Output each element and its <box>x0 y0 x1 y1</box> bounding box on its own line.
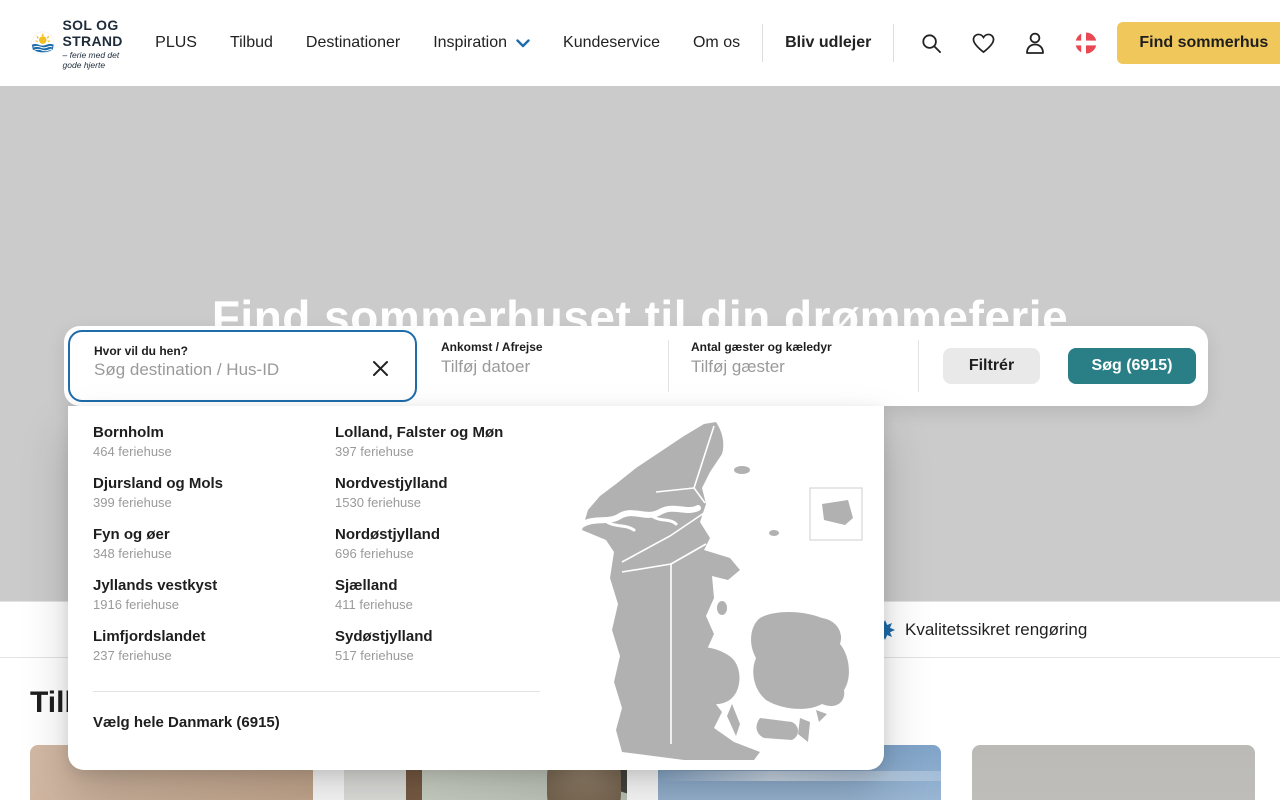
offer-card[interactable] <box>972 745 1255 800</box>
usp-item-label: Kvalitetssikret rengøring <box>905 620 1087 640</box>
region-item-nordvestjylland[interactable]: Nordvestjylland 1530 feriehuse <box>335 475 448 510</box>
account-icon[interactable] <box>1025 32 1045 54</box>
destination-dropdown: Bornholm 464 feriehuse Djursland og Mols… <box>68 406 884 770</box>
region-item-lolland-falster-moen[interactable]: Lolland, Falster og Møn 397 feriehuse <box>335 424 503 459</box>
destination-field[interactable]: Hvor vil du hen? <box>68 330 417 402</box>
dates-field[interactable]: Ankomst / Afrejse Tilføj datoer <box>441 340 721 392</box>
search-button[interactable]: Søg (6915) <box>1068 348 1196 384</box>
nav-item-bliv-udlejer[interactable]: Bliv udlejer <box>785 34 871 52</box>
dates-field-label: Ankomst / Afrejse <box>441 340 721 354</box>
chevron-down-icon <box>516 39 530 48</box>
danish-flag-icon[interactable] <box>1075 32 1097 54</box>
find-sommerhus-button[interactable]: Find sommerhus <box>1117 22 1280 64</box>
usp-item-cleaning: Kvalitetssikret rengøring <box>875 602 1087 657</box>
region-item-limfjordslandet[interactable]: Limfjordslandet 237 feriehuse <box>93 628 206 663</box>
dates-field-placeholder: Tilføj datoer <box>441 357 721 377</box>
destination-input[interactable] <box>94 360 344 380</box>
brand-tagline: – ferie med det gode hjerte <box>63 50 138 70</box>
brand-logo[interactable]: SOL OG STRAND – ferie med det gode hjert… <box>31 17 137 70</box>
region-item-sydoestjylland[interactable]: Sydøstjylland 517 feriehuse <box>335 628 433 663</box>
bornholm-inset <box>810 488 862 540</box>
field-divider <box>668 340 669 392</box>
destination-field-label: Hvor vil du hen? <box>94 344 391 358</box>
sun-waves-logo-icon <box>31 24 55 62</box>
clear-field-icon[interactable] <box>372 360 389 377</box>
nav-item-inspiration[interactable]: Inspiration <box>433 34 530 52</box>
region-item-bornholm[interactable]: Bornholm 464 feriehuse <box>93 424 172 459</box>
guests-field-placeholder: Tilføj gæster <box>691 357 926 377</box>
guests-field-label: Antal gæster og kæledyr <box>691 340 926 354</box>
denmark-map[interactable] <box>564 412 884 762</box>
nav-item-om-os[interactable]: Om os <box>693 34 740 52</box>
region-item-sjaelland[interactable]: Sjælland 411 feriehuse <box>335 577 413 612</box>
nav-item-destinationer[interactable]: Destinationer <box>306 34 400 52</box>
nav-item-tilbud[interactable]: Tilbud <box>230 34 273 52</box>
region-item-djursland[interactable]: Djursland og Mols 399 feriehuse <box>93 475 223 510</box>
search-icon[interactable] <box>921 33 942 54</box>
search-bar: Hvor vil du hen? Ankomst / Afrejse Tilfø… <box>64 326 1208 406</box>
select-all-denmark[interactable]: Vælg hele Danmark (6915) <box>93 714 280 731</box>
nav-divider <box>893 24 894 62</box>
brand-name: SOL OG STRAND <box>63 17 138 49</box>
field-divider <box>918 340 919 392</box>
region-item-jyllands-vestkyst[interactable]: Jyllands vestkyst 1916 feriehuse <box>93 577 217 612</box>
card-image-cloud <box>658 771 941 781</box>
guests-field[interactable]: Antal gæster og kæledyr Tilføj gæster <box>691 340 926 392</box>
main-nav: PLUS Tilbud Destinationer Inspiration Ku… <box>155 24 883 62</box>
nav-item-kundeservice[interactable]: Kundeservice <box>563 34 660 52</box>
header-icons <box>921 32 1097 54</box>
heart-icon[interactable] <box>972 33 995 54</box>
page: SOL OG STRAND – ferie med det gode hjert… <box>0 0 1280 800</box>
top-nav-bar: SOL OG STRAND – ferie med det gode hjert… <box>0 0 1280 86</box>
nav-item-plus[interactable]: PLUS <box>155 34 197 52</box>
nav-divider <box>762 24 763 62</box>
region-item-fyn[interactable]: Fyn og øer 348 feriehuse <box>93 526 172 561</box>
filter-button[interactable]: Filtrér <box>943 348 1040 384</box>
region-item-nordoestjylland[interactable]: Nordøstjylland 696 feriehuse <box>335 526 440 561</box>
dropdown-divider <box>93 691 540 692</box>
